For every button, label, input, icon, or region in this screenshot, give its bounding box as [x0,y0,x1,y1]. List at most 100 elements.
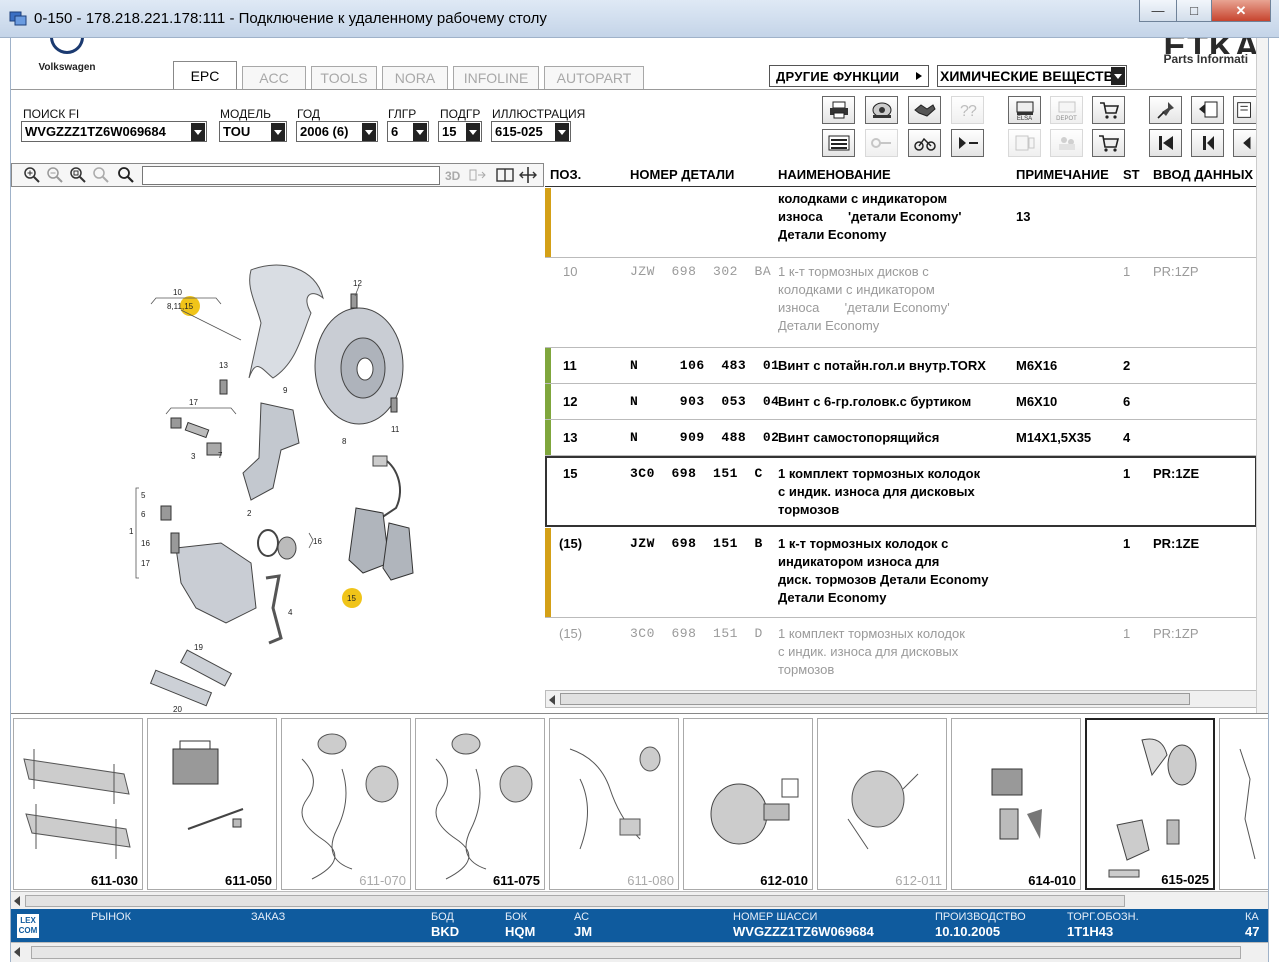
thumbnail-scrollbar[interactable] [11,891,1268,909]
sub-group-select[interactable]: 15 [438,121,482,142]
chevron-down-icon[interactable] [271,123,285,141]
thumbnail-611-075[interactable]: 611-075 [415,718,545,890]
chevron-down-icon[interactable] [191,123,205,141]
chevron-down-icon[interactable] [555,123,569,141]
thumbnail-614-010[interactable]: 614-010 [951,718,1081,890]
previous-button[interactable] [1191,129,1224,157]
abs-unit-thumb-icon [991,768,1042,840]
table-row[interactable]: (15) 3C0 698 151 D 1 комплект тормозных … [545,618,1257,688]
vehicle-button[interactable] [908,129,941,157]
back-button[interactable] [1233,129,1257,157]
help-button[interactable]: ?? [951,96,984,124]
first-button[interactable] [1149,129,1182,157]
thumbnail-611-070[interactable]: 611-070 [281,718,411,890]
key-button[interactable] [865,129,898,157]
thumbnail-611-080[interactable]: 611-080 [549,718,679,890]
other-functions-menu[interactable]: ДРУГИЕ ФУНКЦИИ [769,65,929,87]
tab-acc[interactable]: ACC [242,66,306,89]
cart-button[interactable] [1092,129,1125,157]
pages-button[interactable] [1191,96,1224,124]
table-row-selected[interactable]: 15 3C0 698 151 C 1 комплект тормозных ко… [545,456,1257,527]
vertical-scrollbar[interactable] [1256,38,1268,713]
part-data: PR:1ZP [1153,264,1199,279]
zoom-out-button[interactable] [45,166,65,184]
table-row[interactable]: 12 N 903 053 04 Винт с 6-гр.головк.с бур… [545,384,1257,420]
col-st-header[interactable]: ST [1123,167,1140,182]
elsa-disabled-button[interactable] [1008,129,1041,157]
print-button[interactable] [822,96,855,124]
document-button[interactable] [1233,96,1257,124]
expand-button[interactable] [468,166,488,184]
close-button[interactable]: ✕ [1211,0,1271,22]
scrollbar-thumb[interactable] [25,895,1125,907]
main-group-select[interactable]: 6 [387,121,429,142]
table-row[interactable]: 10 JZW 698 302 BA 1 к-т тормозных дисков… [545,258,1257,348]
thumbnail-611-050[interactable]: 611-050 [147,718,277,890]
col-note-header[interactable]: ПРИМЕЧАНИЕ [1016,167,1109,182]
pin-button[interactable] [1149,96,1182,124]
scroll-left-icon[interactable] [549,695,555,705]
split-view-button[interactable] [495,166,515,184]
search-button[interactable] [116,166,136,184]
col-pos-header[interactable]: ПОЗ. [550,167,581,182]
window-horizontal-scrollbar[interactable] [11,942,1268,962]
zoom-in-button[interactable] [22,166,42,184]
search-input[interactable]: WVGZZZ1TZ6W069684 [21,121,207,142]
table-row[interactable]: 13 N 909 488 02 Винт самостопорящийся M1… [545,420,1257,456]
part-name: с индик. износа для дисковых [778,644,959,659]
col-data-header[interactable]: ВВОД ДАННЫХ [1153,167,1253,182]
thumbnail-611-030[interactable]: 611-030 [13,718,143,890]
part-name: индикатором износа для [778,554,940,569]
col-partno-header[interactable]: НОМЕР ДЕТАЛИ [630,167,734,182]
minimize-button[interactable]: — [1139,0,1177,22]
col-name-header[interactable]: НАИМЕНОВАНИЕ [778,167,891,182]
thumbnail-612-010[interactable]: 612-010 [683,718,813,890]
play-button[interactable] [951,129,984,157]
functions-select[interactable]: ХИМИЧЕСКИЕ ВЕЩЕСТВА [937,65,1127,87]
chevron-down-icon[interactable] [466,123,480,141]
scroll-left-icon[interactable] [14,947,20,957]
ka-label: КА [1245,911,1259,923]
list-button[interactable] [822,129,855,157]
elsa-button[interactable]: ELSA [1008,96,1041,124]
zoom-reset-button[interactable] [91,166,111,184]
illustration-select[interactable]: 615-025 [491,121,571,142]
tab-epc[interactable]: EPC [173,61,237,89]
3d-view-button[interactable]: 3D [444,166,464,184]
scrollbar-thumb[interactable] [560,693,1190,705]
scrollbar-thumb[interactable] [31,946,1241,959]
illustration-search-input[interactable] [142,166,440,185]
tab-infoline[interactable]: INFOLINE [453,66,539,89]
maximize-button[interactable]: □ [1176,0,1212,22]
table-row[interactable]: колодками с индикатором износа 'детали E… [545,188,1257,258]
tab-nora[interactable]: NORA [382,66,448,89]
callout-label: 9 [283,386,288,395]
scroll-left-icon[interactable] [14,896,20,906]
window-title: 0-150 - 178.218.221.178:111 - Подключени… [34,10,547,27]
table-row[interactable]: (15) JZW 698 151 B 1 к-т тормозных колод… [545,528,1257,618]
parts-button[interactable] [908,96,941,124]
cart-add-button[interactable] [1092,96,1125,124]
resize-button[interactable] [518,166,538,184]
parts-illustration[interactable]: 10 8,11,15 12 13 9 17 3 7 8 11 5 6 1 16 … [11,188,544,714]
table-horizontal-scrollbar[interactable] [545,690,1257,708]
model-select[interactable]: TOU [219,121,287,142]
thumbnail-number: 614-010 [1028,873,1076,888]
table-row[interactable]: 11 N 106 483 01 Винт с потайн.гол.и внут… [545,348,1257,384]
tab-autopart[interactable]: AUTOPART [544,66,644,89]
disc-button[interactable] [865,96,898,124]
depot-button[interactable]: DEPOT [1050,96,1083,124]
thumbnail-number: 611-075 [493,873,540,888]
zoom-fit-button[interactable] [68,166,88,184]
brake-assembly-diagram[interactable]: 10 8,11,15 12 13 9 17 3 7 8 11 5 6 1 16 … [11,188,544,714]
thumbnail-612-011[interactable]: 612-011 [817,718,947,890]
part-pos: (15) [559,626,583,641]
tab-tools[interactable]: TOOLS [311,66,377,89]
thumbnail-next[interactable] [1219,718,1268,890]
year-select[interactable]: 2006 (6) [296,121,378,142]
chevron-down-icon[interactable] [413,123,427,141]
depot-disabled-button[interactable] [1050,129,1083,157]
chevron-down-icon[interactable] [362,123,376,141]
thumbnail-615-025[interactable]: 615-025 [1085,718,1215,890]
chevron-down-icon[interactable] [1111,67,1125,85]
